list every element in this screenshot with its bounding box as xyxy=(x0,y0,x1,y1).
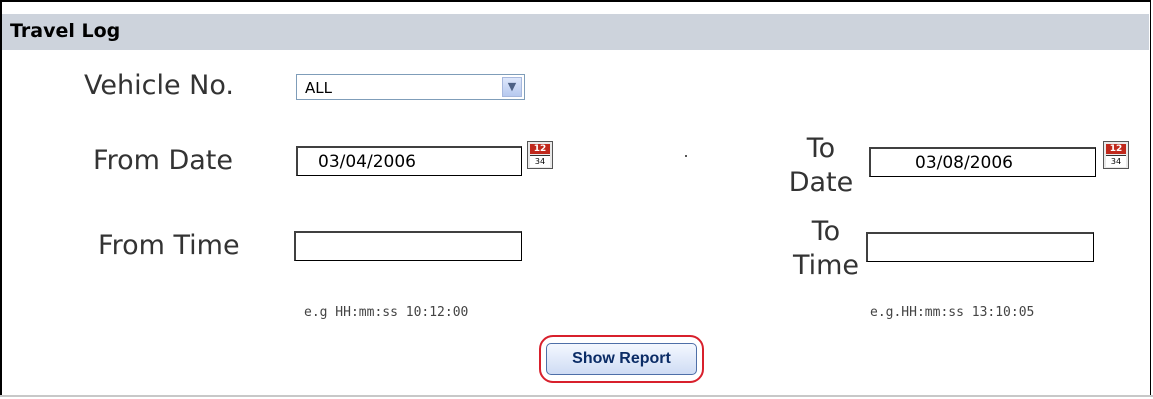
to-time-label-line2: Time xyxy=(792,250,860,281)
bottom-divider xyxy=(0,395,1153,397)
to-date-label: To Date xyxy=(786,132,856,200)
vehicle-select-value: ALL xyxy=(305,79,332,97)
show-report-highlight: Show Report xyxy=(539,335,704,383)
from-date-value: 03/04/2006 xyxy=(318,152,416,172)
from-time-label: From Time xyxy=(98,230,240,261)
to-time-hint: e.g.HH:mm:ss 13:10:05 xyxy=(870,305,1035,320)
chevron-down-icon[interactable]: ▼ xyxy=(502,77,522,97)
from-time-field[interactable] xyxy=(294,231,522,261)
show-report-button[interactable]: Show Report xyxy=(546,343,697,375)
to-date-label-line2: Date xyxy=(788,167,854,198)
calendar-icon-top: 12 xyxy=(530,144,550,154)
from-time-hint: e.g HH:mm:ss 10:12:00 xyxy=(304,305,469,320)
calendar-icon-top: 12 xyxy=(1106,144,1126,154)
from-date-field[interactable]: 03/04/2006 xyxy=(296,146,522,176)
calendar-icon[interactable]: 12 34 xyxy=(527,141,553,169)
calendar-icon[interactable]: 12 34 xyxy=(1103,141,1129,169)
calendar-icon-grid: 34 xyxy=(530,155,550,167)
page-title: Travel Log xyxy=(10,20,121,42)
vehicle-no-label: Vehicle No. xyxy=(84,70,234,101)
calendar-icon-grid: 34 xyxy=(1106,155,1126,167)
to-date-label-line1: To xyxy=(806,133,836,164)
to-time-label-line1: To xyxy=(811,216,841,247)
to-time-label: To Time xyxy=(791,215,861,283)
vehicle-select[interactable]: ALL ▼ xyxy=(296,74,525,100)
stray-dot xyxy=(685,155,687,157)
to-date-value: 03/08/2006 xyxy=(915,153,1013,173)
from-date-label: From Date xyxy=(93,145,234,176)
to-date-field[interactable]: 03/08/2006 xyxy=(869,147,1096,177)
panel-header: Travel Log xyxy=(2,14,1149,50)
to-time-field[interactable] xyxy=(866,232,1094,262)
